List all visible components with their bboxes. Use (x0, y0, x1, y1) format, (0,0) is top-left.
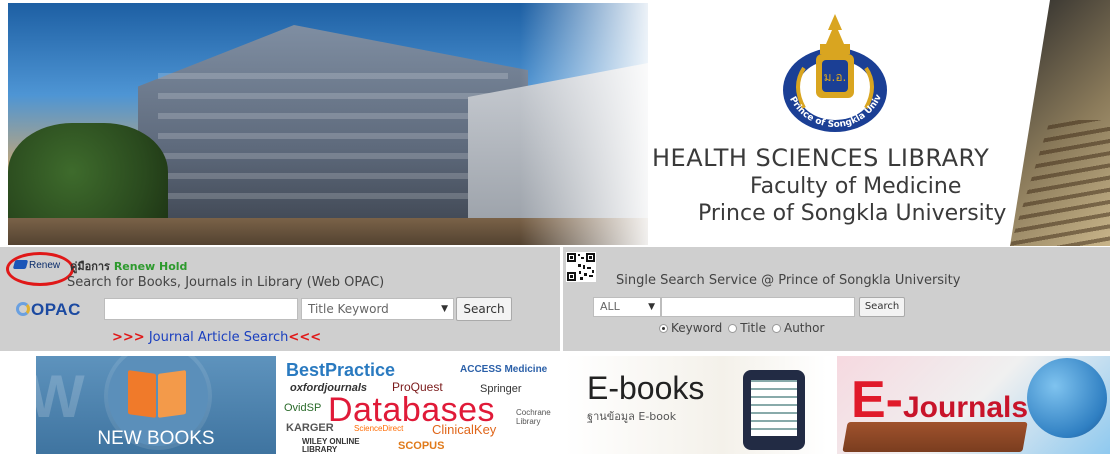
ebooks-subtitle: ฐานข้อมูล E-book (587, 410, 677, 423)
wiley-logo: WILEY ONLINE LIBRARY (302, 437, 360, 454)
faculty-name: Faculty of Medicine (750, 174, 962, 199)
header-banner: ม.อ. Prince of Songkla University HEALTH… (0, 0, 1110, 246)
radio-keyword[interactable]: Keyword (659, 321, 722, 335)
ebooks-label: E-books (587, 370, 705, 406)
renew-hold-link[interactable]: Renew Hold (114, 260, 188, 273)
accessmedicine-logo: ACCESS Medicine (460, 364, 548, 375)
open-book-icon (128, 370, 156, 418)
chevron-down-icon: ▼ (441, 304, 448, 314)
opac-logo: OPAC (16, 300, 81, 320)
opac-description: Search for Books, Journals in Library (W… (67, 275, 385, 290)
ejournals-tile[interactable]: E-Journals (837, 356, 1110, 454)
opac-search-input[interactable] (104, 298, 298, 320)
karger-logo: KARGER (286, 422, 334, 434)
new-books-tile[interactable]: W NEW BOOKS (36, 356, 276, 454)
opac-search-panel: Renew คู่มือการ Renew Hold Search for Bo… (0, 247, 560, 351)
databases-tile[interactable]: BestPractice ACCESS Medicine oxfordjourn… (280, 356, 562, 454)
single-search-button[interactable]: Search (859, 297, 905, 317)
opac-swirl-icon (16, 302, 30, 316)
university-seal-logo: ม.อ. Prince of Songkla University (760, 8, 887, 132)
highlight-circle (6, 252, 74, 286)
library-title-block: HEALTH SCIENCES LIBRARY Faculty of Medic… (652, 144, 1072, 226)
radio-author[interactable]: Author (771, 321, 824, 335)
ejournals-label: E-Journals (851, 371, 1029, 429)
search-field-radio-group: Keyword Title Author (659, 321, 824, 335)
sciencedirect-logo: ScienceDirect (354, 424, 404, 433)
ebooks-tile[interactable]: E-books ฐานข้อมูล E-book (565, 356, 827, 454)
svg-text:ม.อ.: ม.อ. (824, 70, 847, 84)
university-name: Prince of Songkla University (698, 201, 1007, 226)
globe-icon (1027, 358, 1107, 438)
ovidsp-logo: OvidSP (284, 402, 322, 414)
banner-fade (520, 3, 660, 245)
qr-code-icon (566, 252, 596, 282)
opac-search-type-select[interactable]: Title Keyword ▼ (301, 298, 454, 320)
opac-search-button[interactable]: Search (456, 297, 512, 321)
single-search-input[interactable] (661, 297, 855, 317)
journal-article-search-link[interactable]: >>> Journal Article Search<<< (112, 330, 321, 345)
clinicalkey-logo: ClinicalKey (432, 422, 497, 437)
new-books-watermark: W (36, 363, 85, 430)
single-search-scope-select[interactable]: ALL ▼ (593, 297, 661, 317)
scopus-logo: SCOPUS (398, 440, 445, 452)
renew-manual: คู่มือการ Renew Hold (70, 260, 188, 273)
radio-title[interactable]: Title (728, 321, 766, 335)
bestpractice-logo: BestPractice (286, 360, 396, 380)
new-books-label: NEW BOOKS (97, 428, 215, 449)
chevron-down-icon: ▼ (648, 302, 655, 312)
single-search-panel: Single Search Service @ Prince of Songkl… (563, 247, 1110, 351)
single-search-title: Single Search Service @ Prince of Songkl… (616, 273, 961, 288)
cochrane-logo: Cochrane Library (516, 408, 551, 426)
library-name: HEALTH SCIENCES LIBRARY (652, 144, 990, 172)
